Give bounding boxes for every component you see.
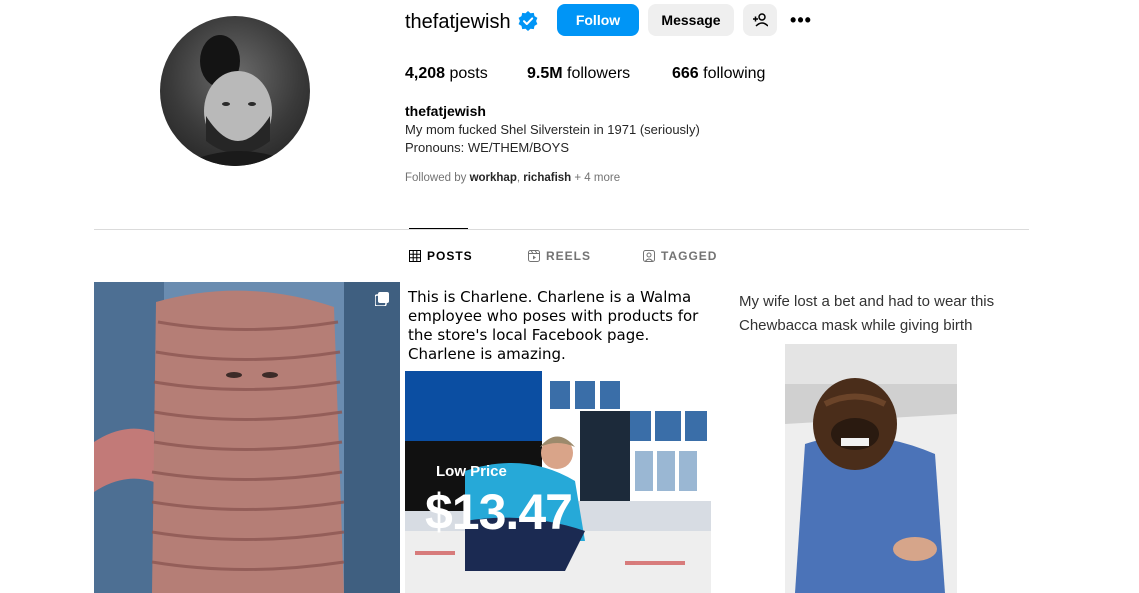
verified-badge-icon <box>518 11 538 31</box>
message-button[interactable]: Message <box>648 4 734 36</box>
followed-by-user[interactable]: richafish <box>523 172 571 184</box>
add-user-icon <box>753 13 768 27</box>
bio-name: thefatjewish <box>405 103 486 119</box>
tab-label: REELS <box>546 249 592 263</box>
tab-label: POSTS <box>427 249 473 263</box>
more-options-button[interactable]: ••• <box>786 4 816 36</box>
carousel-icon <box>375 292 389 306</box>
following-count-label: following <box>703 65 766 82</box>
grid-icon <box>409 250 421 262</box>
followed-by-suffix: + 4 more <box>571 172 621 184</box>
post-image <box>785 344 957 593</box>
posts-count-label: posts <box>449 65 488 82</box>
tab-active-indicator <box>409 228 468 229</box>
tabs-divider <box>94 229 1029 230</box>
post-thumbnail[interactable]: This is Charlene. Charlene is a Walma em… <box>405 282 711 593</box>
bio-line: My mom fucked Shel Silverstein in 1971 (… <box>405 122 700 137</box>
following-count[interactable]: 666 following <box>672 65 765 83</box>
bio-line: Pronouns: WE/THEM/BOYS <box>405 140 569 155</box>
reels-icon <box>528 250 540 262</box>
post-thumbnail[interactable] <box>94 282 400 593</box>
price-sign-label: Low Price <box>436 463 507 480</box>
price-sign-value: $13.47 <box>425 484 573 540</box>
suggested-users-button[interactable] <box>743 4 777 36</box>
profile-username: thefatjewish <box>405 11 511 33</box>
followers-count-label: followers <box>567 65 631 82</box>
followers-count[interactable]: 9.5M followers <box>527 65 630 83</box>
follow-button[interactable]: Follow <box>557 4 639 36</box>
post-image: Low Price $13.47 <box>405 371 711 593</box>
more-options-icon: ••• <box>790 9 812 30</box>
posts-count-value: 4,208 <box>405 65 446 82</box>
tagged-icon <box>643 250 655 262</box>
tab-tagged[interactable]: TAGGED <box>643 249 717 263</box>
posts-count: 4,208 posts <box>405 65 488 83</box>
profile-avatar[interactable] <box>160 16 310 166</box>
post-caption: My wife lost a bet and had to wear this … <box>739 293 995 334</box>
post-image <box>94 282 400 593</box>
post-thumbnail[interactable]: My wife lost a bet and had to wear this … <box>716 282 1025 593</box>
followed-by-prefix: Followed by <box>405 172 470 184</box>
post-caption: This is Charlene. Charlene is a Walma em… <box>408 288 699 363</box>
tab-posts[interactable]: POSTS <box>409 249 473 263</box>
following-count-value: 666 <box>672 65 699 82</box>
followed-by[interactable]: Followed by workhap, richafish + 4 more <box>405 172 620 184</box>
followed-by-user[interactable]: workhap <box>470 172 517 184</box>
tab-label: TAGGED <box>661 249 718 263</box>
followers-count-value: 9.5M <box>527 65 563 82</box>
tab-reels[interactable]: REELS <box>528 249 591 263</box>
